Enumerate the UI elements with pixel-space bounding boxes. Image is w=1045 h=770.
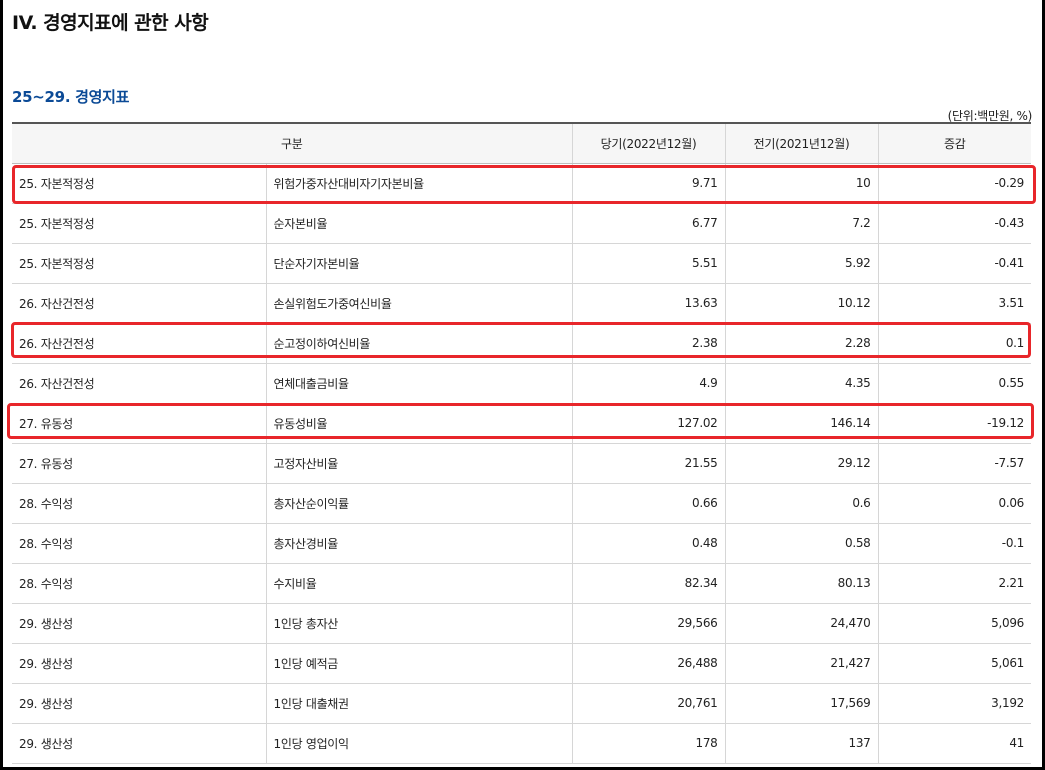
row-change: 5,061 [877, 643, 1032, 684]
row-change: -0.43 [877, 203, 1032, 244]
row-previous: 0.58 [724, 523, 879, 564]
table-row: 29. 생산성 1인당 총자산 29,566 24,470 5,096 [12, 603, 1032, 644]
table-row: 26. 자산건전성 손실위험도가중여신비율 13.63 10.12 3.51 [12, 283, 1032, 324]
table-row: 26. 자산건전성 연체대출금비율 4.9 4.35 0.55 [12, 363, 1032, 404]
header-category: 구분 [12, 122, 573, 164]
row-change: 41 [877, 723, 1032, 764]
row-category: 25. 자본적정성 [12, 243, 266, 284]
row-category: 29. 생산성 [12, 603, 266, 644]
management-indicators-table: 구분 당기(2022년12월) 전기(2021년12월) 증감 25. 자본적정… [12, 122, 1032, 764]
row-item: 총자산순이익률 [265, 483, 573, 524]
row-item: 단순자기자본비율 [265, 243, 573, 284]
row-current: 6.77 [571, 203, 726, 244]
header-change: 증감 [877, 122, 1032, 164]
row-category: 28. 수익성 [12, 563, 266, 604]
row-change: 0.55 [877, 363, 1032, 404]
row-previous: 29.12 [724, 443, 879, 484]
row-previous: 17,569 [724, 683, 879, 724]
row-current: 29,566 [571, 603, 726, 644]
row-current: 2.38 [571, 323, 726, 364]
row-item: 총자산경비율 [265, 523, 573, 564]
row-current: 82.34 [571, 563, 726, 604]
table-row: 27. 유동성 고정자산비율 21.55 29.12 -7.57 [12, 443, 1032, 484]
row-current: 9.71 [571, 163, 726, 204]
row-current: 0.48 [571, 523, 726, 564]
row-item: 1인당 예적금 [265, 643, 573, 684]
section-title: 25~29. 경영지표 [12, 88, 130, 106]
row-category: 29. 생산성 [12, 723, 266, 764]
row-current: 4.9 [571, 363, 726, 404]
table-row: 25. 자본적정성 위험가중자산대비자기자본비율 9.71 10 -0.29 [12, 163, 1032, 204]
row-change: 5,096 [877, 603, 1032, 644]
table-row: 28. 수익성 총자산경비율 0.48 0.58 -0.1 [12, 523, 1032, 564]
row-current: 178 [571, 723, 726, 764]
table-header-row: 구분 당기(2022년12월) 전기(2021년12월) 증감 [12, 122, 1032, 164]
row-category: 25. 자본적정성 [12, 163, 266, 204]
row-change: -0.1 [877, 523, 1032, 564]
row-change: -0.41 [877, 243, 1032, 284]
row-previous: 0.6 [724, 483, 879, 524]
row-item: 순고정이하여신비율 [265, 323, 573, 364]
row-item: 고정자산비율 [265, 443, 573, 484]
row-category: 27. 유동성 [12, 443, 266, 484]
row-category: 28. 수익성 [12, 483, 266, 524]
row-item: 수지비율 [265, 563, 573, 604]
header-previous-period: 전기(2021년12월) [724, 122, 879, 164]
row-item: 손실위험도가중여신비율 [265, 283, 573, 324]
row-current: 13.63 [571, 283, 726, 324]
page-title: IV. 경영지표에 관한 사항 [12, 12, 209, 34]
row-previous: 24,470 [724, 603, 879, 644]
row-current: 21.55 [571, 443, 726, 484]
row-previous: 7.2 [724, 203, 879, 244]
row-previous: 137 [724, 723, 879, 764]
row-previous: 80.13 [724, 563, 879, 604]
row-change: -0.29 [877, 163, 1032, 204]
header-current-period: 당기(2022년12월) [571, 122, 726, 164]
row-item: 순자본비율 [265, 203, 573, 244]
row-item: 1인당 대출채권 [265, 683, 573, 724]
table-row: 25. 자본적정성 단순자기자본비율 5.51 5.92 -0.41 [12, 243, 1032, 284]
row-change: -7.57 [877, 443, 1032, 484]
row-category: 25. 자본적정성 [12, 203, 266, 244]
row-item: 1인당 영업이익 [265, 723, 573, 764]
table-row: 29. 생산성 1인당 예적금 26,488 21,427 5,061 [12, 643, 1032, 684]
row-change: 3.51 [877, 283, 1032, 324]
table-row: 25. 자본적정성 순자본비율 6.77 7.2 -0.43 [12, 203, 1032, 244]
row-current: 5.51 [571, 243, 726, 284]
row-category: 26. 자산건전성 [12, 363, 266, 404]
row-current: 26,488 [571, 643, 726, 684]
row-category: 29. 생산성 [12, 643, 266, 684]
row-item: 위험가중자산대비자기자본비율 [265, 163, 573, 204]
row-item: 연체대출금비율 [265, 363, 573, 404]
row-change: 3,192 [877, 683, 1032, 724]
table-row: 28. 수익성 수지비율 82.34 80.13 2.21 [12, 563, 1032, 604]
row-previous: 4.35 [724, 363, 879, 404]
row-item: 유동성비율 [265, 403, 573, 444]
row-previous: 10.12 [724, 283, 879, 324]
row-previous: 146.14 [724, 403, 879, 444]
row-category: 26. 자산건전성 [12, 323, 266, 364]
row-previous: 21,427 [724, 643, 879, 684]
row-item: 1인당 총자산 [265, 603, 573, 644]
row-current: 20,761 [571, 683, 726, 724]
row-category: 26. 자산건전성 [12, 283, 266, 324]
row-current: 127.02 [571, 403, 726, 444]
row-change: 2.21 [877, 563, 1032, 604]
row-current: 0.66 [571, 483, 726, 524]
table-row: 26. 자산건전성 순고정이하여신비율 2.38 2.28 0.1 [12, 323, 1032, 364]
row-change: 0.1 [877, 323, 1032, 364]
row-category: 27. 유동성 [12, 403, 266, 444]
table-row: 28. 수익성 총자산순이익률 0.66 0.6 0.06 [12, 483, 1032, 524]
table-row: 29. 생산성 1인당 대출채권 20,761 17,569 3,192 [12, 683, 1032, 724]
row-previous: 2.28 [724, 323, 879, 364]
row-previous: 5.92 [724, 243, 879, 284]
row-previous: 10 [724, 163, 879, 204]
table-row: 29. 생산성 1인당 영업이익 178 137 41 [12, 723, 1032, 764]
table-row: 27. 유동성 유동성비율 127.02 146.14 -19.12 [12, 403, 1032, 444]
row-category: 28. 수익성 [12, 523, 266, 564]
row-change: -19.12 [877, 403, 1032, 444]
row-category: 29. 생산성 [12, 683, 266, 724]
row-change: 0.06 [877, 483, 1032, 524]
